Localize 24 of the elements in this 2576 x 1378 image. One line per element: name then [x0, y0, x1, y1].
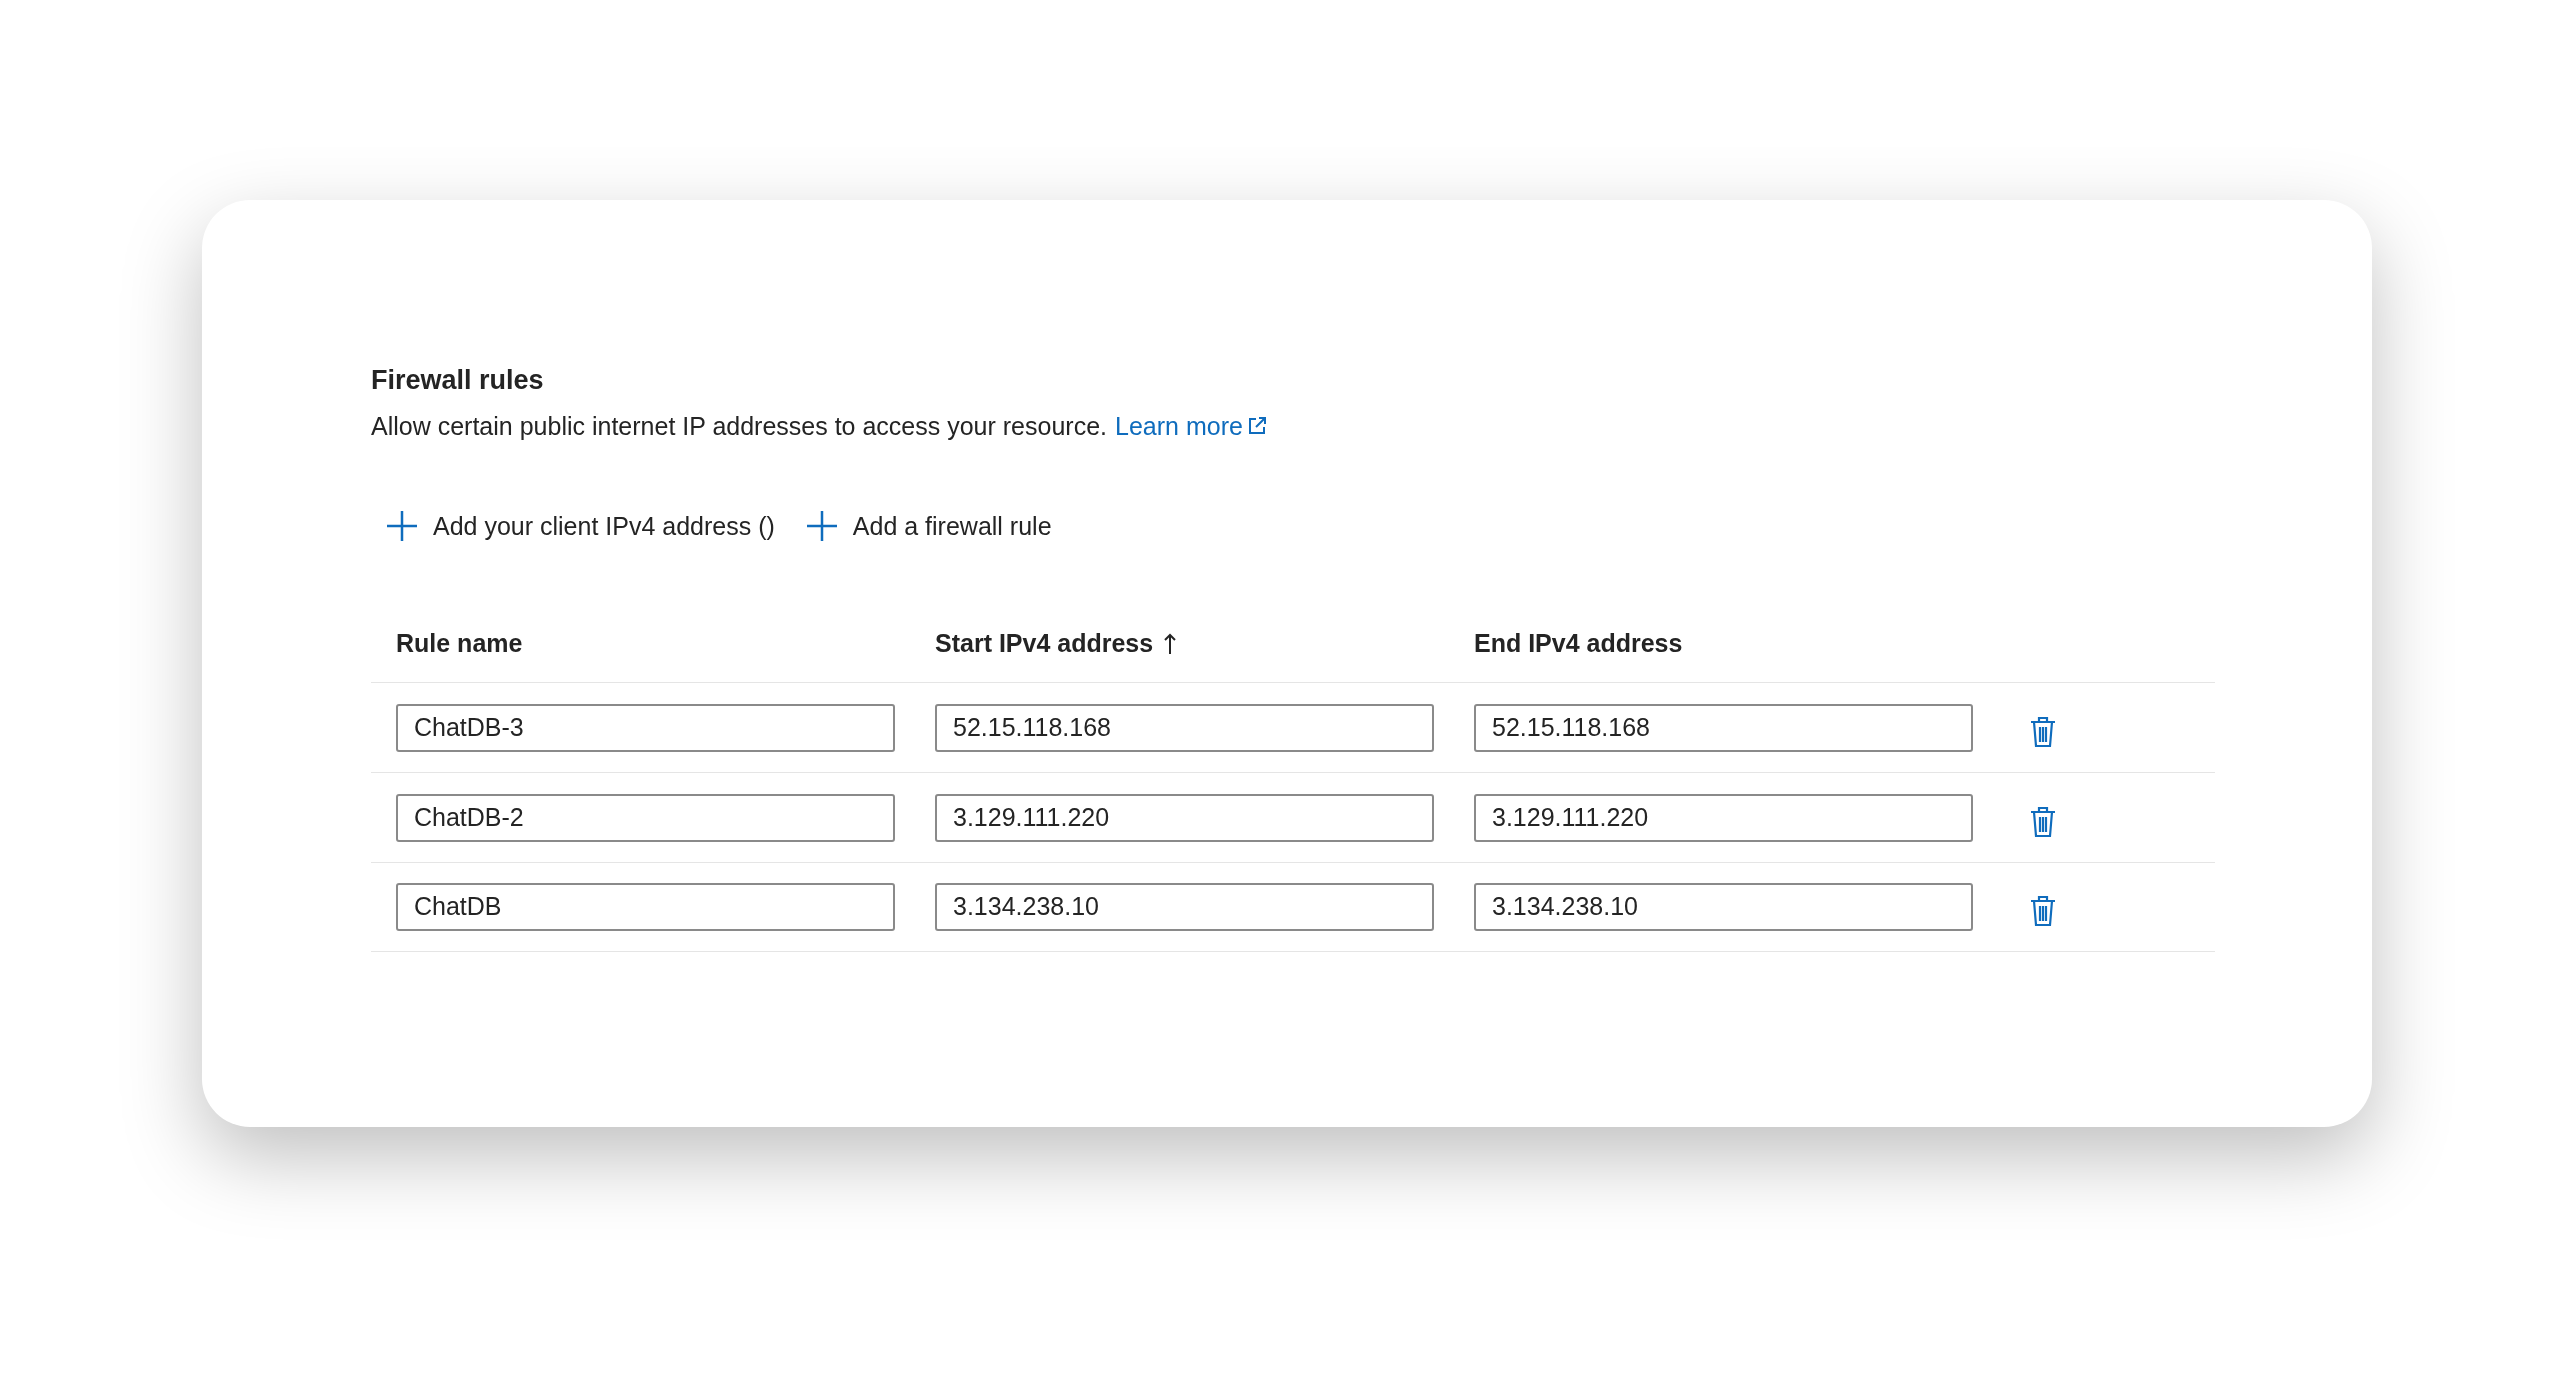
- trash-icon[interactable]: [2029, 715, 2057, 748]
- add-button[interactable]: Add your client IPv4 address (): [385, 506, 775, 546]
- external-link-icon: [1246, 416, 1267, 436]
- plus-icon: [804, 509, 839, 543]
- column-header[interactable]: End IPv4 address: [1474, 625, 1683, 663]
- trash-icon[interactable]: [2029, 805, 2057, 838]
- sort-up-arrow-icon: [1163, 632, 1178, 656]
- trash-icon[interactable]: [2029, 895, 2057, 927]
- plus-icon: [385, 509, 419, 543]
- text-input[interactable]: 52.15.118.168: [1474, 703, 1973, 752]
- text-input[interactable]: 3.129.111.220: [935, 793, 1434, 842]
- section-description: Allow certain public internet IP addresses to access your resource.: [371, 411, 1107, 442]
- text-input[interactable]: ChatDB-2: [396, 793, 895, 842]
- add-button[interactable]: Add a firewall rule: [804, 506, 1052, 546]
- learn-more-link[interactable]: Learn more: [1115, 406, 1267, 446]
- text-input[interactable]: 3.134.238.10: [935, 883, 1434, 931]
- column-header[interactable]: Start IPv4 address: [935, 625, 1154, 663]
- text-input[interactable]: 3.134.238.10: [1474, 883, 1973, 931]
- section-title: Firewall rules: [371, 364, 545, 397]
- text-input[interactable]: 3.129.111.220: [1474, 793, 1973, 842]
- column-header[interactable]: Rule name: [396, 625, 523, 663]
- text-input[interactable]: ChatDB-3: [396, 703, 895, 752]
- text-input[interactable]: 52.15.118.168: [935, 703, 1434, 752]
- text-input[interactable]: ChatDB: [396, 883, 895, 931]
